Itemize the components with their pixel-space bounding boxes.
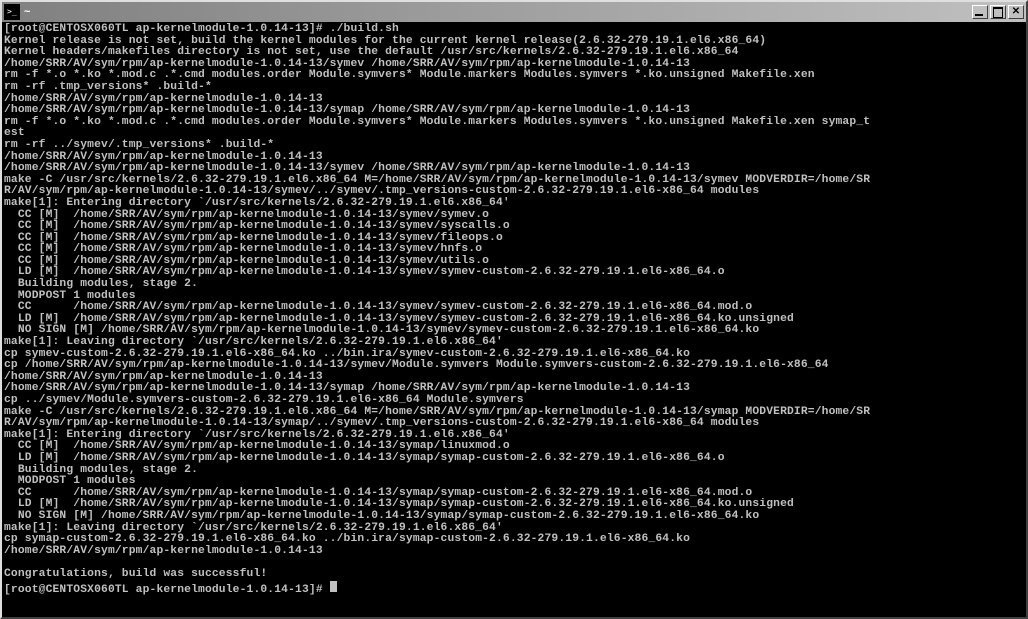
terminal-output[interactable]: [root@CENTOSX060TL ap-kernelmodule-1.0.1… [2, 22, 1026, 617]
titlebar[interactable]: >_ ~ ✕ [2, 2, 1026, 22]
maximize-button[interactable] [990, 5, 1006, 19]
app-icon: >_ [4, 4, 20, 20]
svg-text:>_: >_ [7, 7, 17, 16]
terminal-window: >_ ~ ✕ [root@CENTOSX060TL ap-kernelmodul… [0, 0, 1028, 619]
title-buttons: ✕ [972, 5, 1024, 19]
cursor [330, 581, 337, 592]
close-button[interactable]: ✕ [1008, 5, 1024, 19]
minimize-button[interactable] [972, 5, 988, 19]
window-title: ~ [24, 6, 972, 18]
